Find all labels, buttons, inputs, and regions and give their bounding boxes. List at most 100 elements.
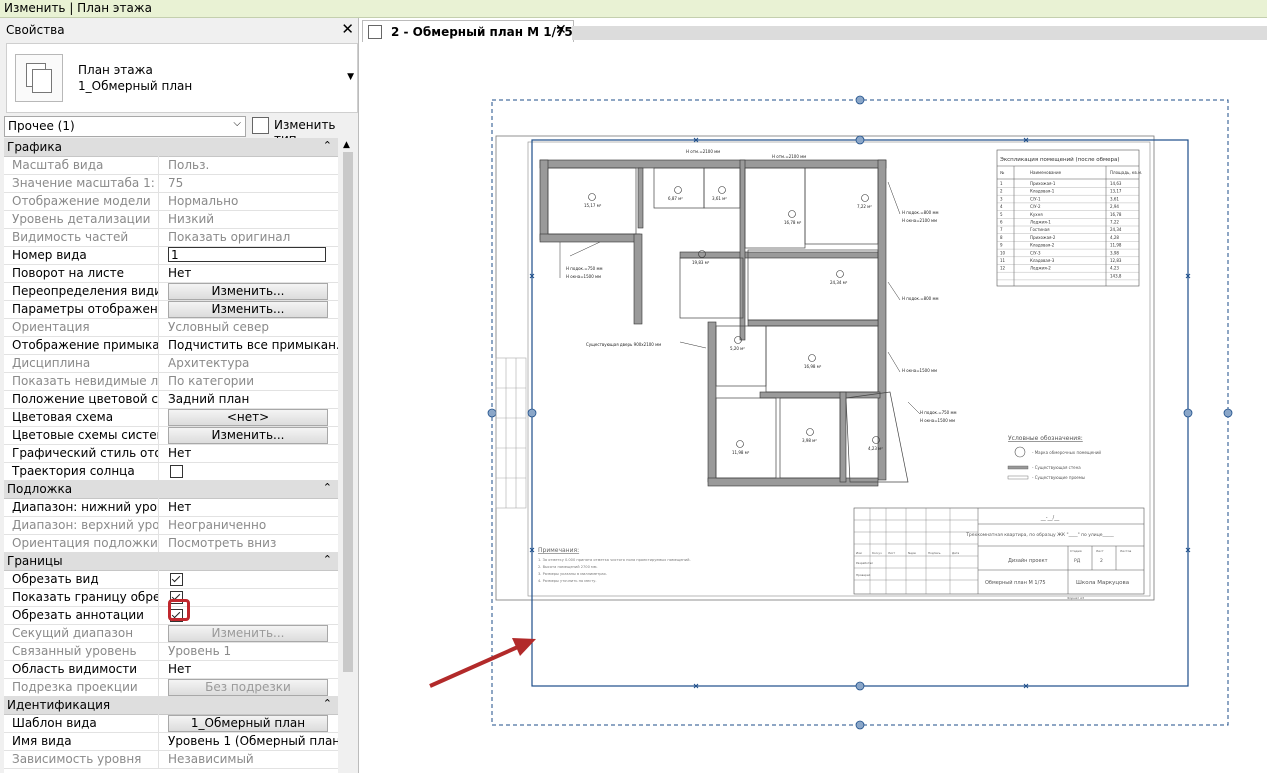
property-button[interactable]: Изменить... [168, 301, 328, 318]
property-value-cell[interactable]: Показать оригинал [168, 228, 338, 246]
property-row[interactable]: Ориентация подложки Посмотреть вниз [4, 534, 338, 553]
property-button[interactable]: Изменить... [168, 625, 328, 642]
property-value-cell[interactable]: Условный север [168, 318, 338, 336]
property-value[interactable]: Нет [168, 266, 191, 280]
property-row[interactable]: Поворот на листе Нет [4, 264, 338, 283]
close-icon[interactable]: ✕ [341, 20, 354, 38]
property-row[interactable]: Параметры отображения ... Изменить... [4, 300, 338, 319]
group-header[interactable]: Подложка ⌃ [4, 480, 338, 499]
property-value[interactable]: Польз. [168, 158, 209, 172]
property-row[interactable]: Значение масштаба 1: 75 [4, 174, 338, 193]
property-row[interactable]: Номер вида 1 [4, 246, 338, 265]
property-value[interactable]: Нет [168, 500, 191, 514]
property-row[interactable]: Видимость частей Показать оригинал [4, 228, 338, 247]
property-value-cell[interactable]: Низкий [168, 210, 338, 228]
property-value[interactable]: Подчистить все примыкан... [168, 338, 338, 352]
property-value-cell[interactable]: Подчистить все примыкан... [168, 336, 338, 354]
instance-filter-dropdown[interactable]: Прочее (1) ⌵ [4, 116, 246, 137]
close-tab-icon[interactable]: ✕ [555, 22, 567, 38]
group-header[interactable]: Графика ⌃ [4, 138, 338, 157]
property-value-cell[interactable]: 1_Обмерный план [168, 714, 338, 732]
property-row[interactable]: Цветовые схемы системы Изменить... [4, 426, 338, 445]
property-row[interactable]: Ориентация Условный север [4, 318, 338, 337]
collapse-icon[interactable]: ⌃ [323, 139, 332, 152]
property-row[interactable]: Показать невидимые линии По категории [4, 372, 338, 391]
property-value-cell[interactable]: Изменить... [168, 426, 338, 444]
property-value-cell[interactable] [168, 606, 338, 624]
property-button[interactable]: <нет> [168, 409, 328, 426]
property-value-cell[interactable]: Задний план [168, 390, 338, 408]
property-value-cell[interactable]: Нет [168, 264, 338, 282]
property-button[interactable]: Изменить... [168, 283, 328, 300]
property-value-cell[interactable]: Уровень 1 [168, 642, 338, 660]
property-value-cell[interactable]: Уровень 1 (Обмерный план) [168, 732, 338, 750]
property-value[interactable]: Нет [168, 446, 191, 460]
property-value[interactable]: Низкий [168, 212, 214, 226]
property-row[interactable]: Траектория солнца [4, 462, 338, 481]
property-row[interactable]: Переопределения видим... Изменить... [4, 282, 338, 301]
property-row[interactable]: Область видимости Нет [4, 660, 338, 679]
property-value-cell[interactable]: <нет> [168, 408, 338, 426]
property-value-cell[interactable] [168, 588, 338, 606]
property-row[interactable]: Имя вида Уровень 1 (Обмерный план) [4, 732, 338, 751]
group-header[interactable]: Идентификация ⌃ [4, 696, 338, 715]
property-value-cell[interactable]: Посмотреть вниз [168, 534, 338, 552]
property-value[interactable]: Неограниченно [168, 518, 266, 532]
property-row[interactable]: Отображение модели Нормально [4, 192, 338, 211]
property-value[interactable]: Показать оригинал [168, 230, 290, 244]
property-value-cell[interactable] [168, 462, 338, 480]
property-button[interactable]: Без подрезки [168, 679, 328, 696]
dropdown-arrow-icon[interactable]: ▼ [347, 72, 354, 82]
scroll-thumb[interactable] [343, 152, 353, 672]
property-row[interactable]: Подрезка проекции Без подрезки [4, 678, 338, 697]
property-value-cell[interactable]: Нет [168, 444, 338, 462]
property-value-cell[interactable]: Неограниченно [168, 516, 338, 534]
property-value[interactable]: Нет [168, 662, 191, 676]
property-row[interactable]: Графический стиль отобр... Нет [4, 444, 338, 463]
property-value-cell[interactable]: Изменить... [168, 624, 338, 642]
property-checkbox[interactable] [170, 573, 183, 586]
property-row[interactable]: Зависимость уровня Независимый [4, 750, 338, 769]
collapse-icon[interactable]: ⌃ [323, 553, 332, 566]
property-row[interactable]: Диапазон: нижний уровень Нет [4, 498, 338, 517]
property-row[interactable]: Секущий диапазон Изменить... [4, 624, 338, 643]
property-value[interactable]: 75 [168, 176, 183, 190]
properties-scrollbar[interactable]: ▲ [340, 138, 356, 773]
property-row[interactable]: Отображение примыкани... Подчистить все п… [4, 336, 338, 355]
scroll-up-icon[interactable]: ▲ [343, 140, 350, 150]
property-row[interactable]: Связанный уровень Уровень 1 [4, 642, 338, 661]
property-checkbox[interactable] [170, 465, 183, 478]
property-value[interactable]: Условный север [168, 320, 269, 334]
drawing-canvas[interactable]: 15,17 м² 6,87 м² 3,61 м² 16,78 м² 7,22 м… [360, 42, 1267, 773]
property-value-cell[interactable]: Изменить... [168, 282, 338, 300]
property-row[interactable]: Шаблон вида 1_Обмерный план [4, 714, 338, 733]
property-value[interactable]: Архитектура [168, 356, 249, 370]
property-value-cell[interactable]: Без подрезки [168, 678, 338, 696]
property-row[interactable]: Обрезать вид [4, 570, 338, 589]
collapse-icon[interactable]: ⌃ [323, 481, 332, 494]
property-button[interactable]: 1_Обмерный план [168, 715, 328, 732]
property-value[interactable]: Уровень 1 [168, 644, 231, 658]
type-selector[interactable]: План этажа 1_Обмерный план ▼ [6, 43, 358, 113]
property-row[interactable]: Диапазон: верхний уровень Неограниченно [4, 516, 338, 535]
property-value-cell[interactable]: 75 [168, 174, 338, 192]
property-value[interactable]: По категории [168, 374, 254, 388]
property-value-cell[interactable]: 1 [168, 246, 338, 264]
property-value[interactable]: Посмотреть вниз [168, 536, 276, 550]
collapse-icon[interactable]: ⌃ [323, 697, 332, 710]
property-value-cell[interactable]: Независимый [168, 750, 338, 768]
group-header[interactable]: Границы ⌃ [4, 552, 338, 571]
edit-type-button[interactable]: Изменить тип [250, 116, 356, 146]
property-input[interactable]: 1 [168, 247, 326, 262]
chevron-down-icon[interactable]: ⌵ [233, 118, 241, 129]
property-value-cell[interactable]: Нет [168, 498, 338, 516]
property-button[interactable]: Изменить... [168, 427, 328, 444]
property-value[interactable]: Нормально [168, 194, 238, 208]
property-value-cell[interactable] [168, 570, 338, 588]
property-value[interactable]: Уровень 1 (Обмерный план) [168, 734, 338, 748]
property-row[interactable]: Положение цветовой схе... Задний план [4, 390, 338, 409]
property-value-cell[interactable]: Нормально [168, 192, 338, 210]
property-row[interactable]: Масштаб вида Польз. [4, 156, 338, 175]
property-row[interactable]: Уровень детализации Низкий [4, 210, 338, 229]
property-row[interactable]: Дисциплина Архитектура [4, 354, 338, 373]
